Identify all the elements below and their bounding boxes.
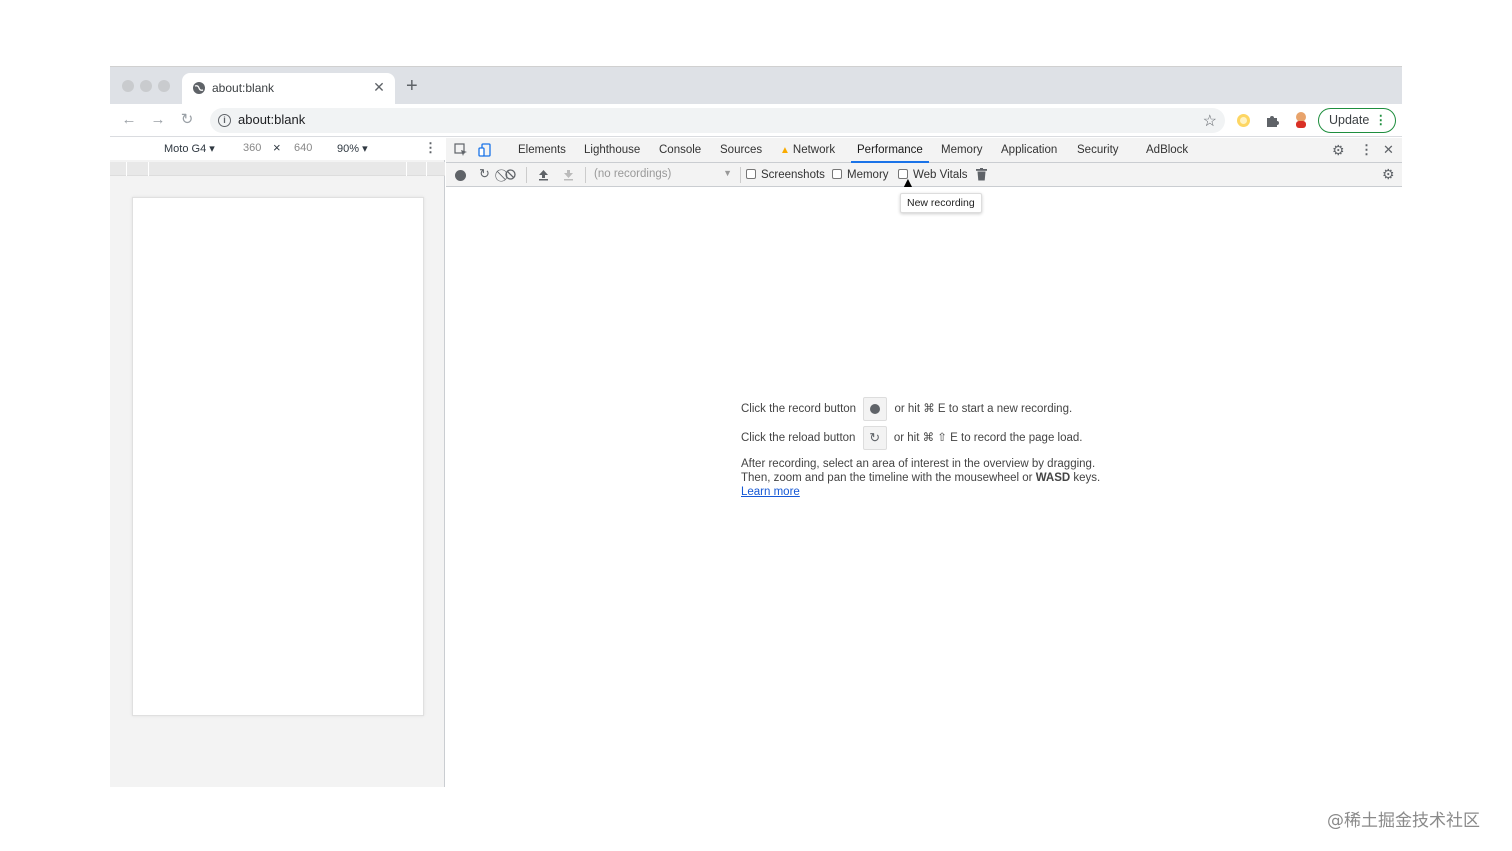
tab-title: about:blank [212, 81, 275, 95]
device-width-input[interactable]: 360 [243, 142, 261, 154]
zoom-select[interactable]: 90% ▾ [337, 142, 368, 155]
landing-keys: WASD [1035, 472, 1071, 484]
memory-label: Memory [847, 169, 889, 181]
landing-text: Click the record button [741, 403, 857, 415]
maximize-window-button[interactable] [158, 80, 170, 92]
close-devtools-icon[interactable]: ✕ [1383, 143, 1394, 157]
reload-icon[interactable]: ↻ [178, 111, 196, 129]
tab-console[interactable]: Console [653, 138, 707, 163]
reload-key-button[interactable]: ↻ [862, 425, 887, 450]
recordings-placeholder: (no recordings) [594, 168, 672, 180]
inspect-element-icon[interactable] [454, 143, 468, 157]
browser-window: about:blank ✕ + ← → ↻ i about:blank ☆ Up… [110, 66, 1402, 787]
landing-line-zoom: Then, zoom and pan the timeline with the… [741, 471, 1161, 485]
save-profile-icon[interactable] [563, 169, 574, 181]
tab-network-label: Network [792, 144, 836, 156]
browser-tab[interactable]: about:blank ✕ [182, 73, 395, 104]
device-viewport[interactable] [132, 197, 424, 716]
tab-memory[interactable]: Memory [935, 138, 989, 163]
landing-line-reload: Click the reload button ↻ or hit ⌘ ⇧ E t… [741, 425, 1161, 451]
learn-more-link[interactable]: Learn more [741, 486, 800, 498]
update-label: Update [1329, 113, 1370, 127]
record-button[interactable] [455, 170, 466, 181]
watermark: @稀土掘金技术社区 [1327, 811, 1480, 831]
clear-recording-icon[interactable] [505, 169, 516, 180]
tab-lighthouse[interactable]: Lighthouse [578, 138, 646, 163]
landing-line-record: Click the record button or hit ⌘ E to st… [741, 396, 1161, 422]
memory-checkbox[interactable]: Memory [832, 168, 889, 182]
trash-icon[interactable] [976, 168, 987, 181]
device-select[interactable]: Moto G4 ▾ [164, 142, 215, 155]
new-tab-button[interactable]: + [406, 76, 418, 96]
landing-text: or hit ⌘ ⇧ E to record the page load. [893, 432, 1083, 444]
tab-performance[interactable]: Performance [851, 138, 929, 163]
puzzle-icon[interactable] [1265, 113, 1280, 128]
landing-text: Click the reload button [741, 432, 856, 444]
warning-icon: ▲ [780, 145, 790, 156]
tab-elements[interactable]: Elements [512, 138, 572, 163]
record-dot-icon [870, 403, 881, 414]
device-toolbar: Moto G4 ▾ 360 × 640 90% ▾ ⋮ [110, 138, 445, 160]
dimension-separator: × [273, 140, 281, 155]
device-emulation-pane: Moto G4 ▾ 360 × 640 90% ▾ ⋮ [110, 138, 445, 787]
media-query-ruler[interactable] [110, 162, 445, 176]
devtools-more-icon[interactable]: ⋮ [1360, 143, 1373, 157]
avatar[interactable] [1293, 111, 1309, 129]
url-text: about:blank [238, 112, 306, 127]
extension-circle-icon[interactable] [1236, 113, 1251, 128]
more-vertical-icon: ⋮ [1374, 113, 1388, 127]
performance-toolbar: ↻ ⃠ (no recordings) ▼ Screenshots Memory… [446, 163, 1402, 187]
info-icon[interactable]: i [218, 114, 231, 127]
landing-text: or hit ⌘ E to start a new recording. [894, 403, 1073, 415]
tab-adblock[interactable]: AdBlock [1140, 138, 1194, 163]
capture-settings-gear-icon[interactable]: ⚙ [1382, 167, 1395, 181]
record-key-button[interactable] [863, 396, 888, 421]
devtools-tab-bar: Elements Lighthouse Console Sources ▲ Net… [446, 138, 1402, 163]
mouse-cursor-icon: ▲ [901, 174, 915, 190]
landing-text: After recording, select an area of inter… [741, 458, 1096, 470]
devtools-panel: Elements Lighthouse Console Sources ▲ Net… [446, 138, 1402, 787]
close-window-button[interactable] [122, 80, 134, 92]
close-tab-icon[interactable]: ✕ [371, 79, 387, 95]
load-profile-icon[interactable] [538, 169, 549, 181]
recordings-select[interactable]: (no recordings) ▼ [594, 168, 732, 180]
browser-toolbar: ← → ↻ i about:blank ☆ Update ⋮ [110, 104, 1402, 137]
landing-text: keys. [1073, 472, 1101, 484]
device-height-input[interactable]: 640 [294, 142, 312, 154]
tab-strip: about:blank ✕ + [110, 67, 1402, 104]
tooltip: New recording [900, 193, 982, 213]
minimize-window-button[interactable] [140, 80, 152, 92]
forward-arrow-icon[interactable]: → [149, 111, 167, 129]
tab-sources[interactable]: Sources [714, 138, 768, 163]
tab-network[interactable]: ▲ Network [774, 138, 841, 163]
globe-icon [193, 82, 205, 94]
device-toggle-icon[interactable] [478, 143, 492, 157]
tab-security[interactable]: Security [1071, 138, 1125, 163]
tab-application[interactable]: Application [995, 138, 1063, 163]
settings-gear-icon[interactable]: ⚙ [1332, 143, 1345, 157]
landing-help: After recording, select an area of inter… [741, 457, 1161, 499]
landing-text: Then, zoom and pan the timeline with the… [741, 472, 1033, 484]
dropdown-arrow-icon: ▼ [723, 168, 732, 178]
bookmark-star-icon[interactable]: ☆ [1203, 111, 1217, 131]
back-arrow-icon[interactable]: ← [120, 111, 138, 129]
screenshots-label: Screenshots [761, 169, 825, 181]
reload-record-icon[interactable]: ↻ [479, 167, 490, 181]
address-bar[interactable]: i about:blank ☆ [210, 108, 1225, 133]
device-more-icon[interactable]: ⋮ [424, 140, 437, 156]
performance-landing: Click the record button or hit ⌘ E to st… [741, 396, 1161, 499]
web-vitals-label: Web Vitals [913, 169, 968, 181]
screenshots-checkbox[interactable]: Screenshots [746, 168, 825, 182]
update-button[interactable]: Update ⋮ [1318, 108, 1396, 133]
